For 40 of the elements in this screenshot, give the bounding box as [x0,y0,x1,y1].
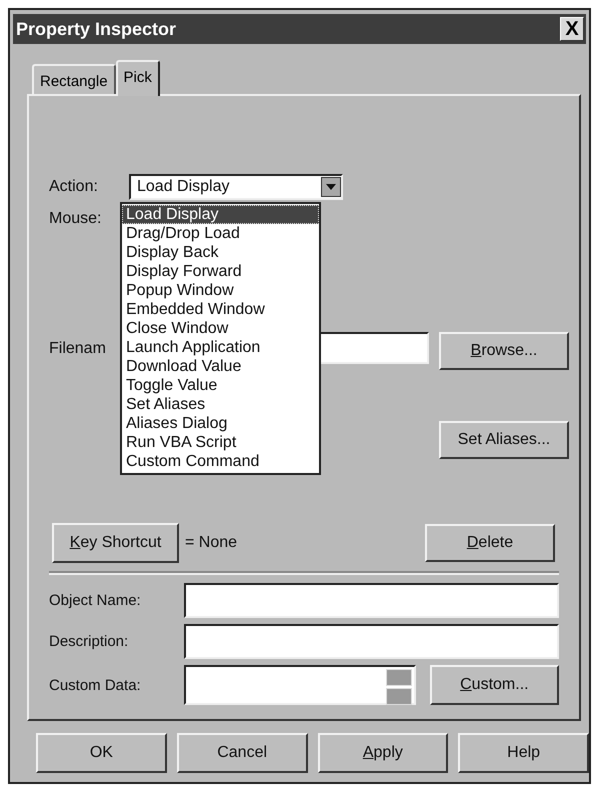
field-label: Action: [49,177,99,196]
spin-buttons-icon[interactable] [386,669,412,705]
dropdown-option[interactable]: Aliases Dialog [122,414,319,433]
text-field[interactable] [184,624,559,659]
action-dropdown[interactable]: Load Display [129,174,343,200]
dropdown-option[interactable]: Embedded Window [122,300,319,319]
dropdown-option[interactable]: Set Aliases [122,395,319,414]
dropdown-arrow-icon [326,184,336,190]
dialog-button[interactable]: OK [36,733,167,773]
custom-data-field[interactable] [184,665,416,705]
field-label: Mouse: [49,209,102,228]
tab[interactable]: Pick [116,60,160,96]
dropdown-option[interactable]: Display Forward [122,262,319,281]
field-label: Filenam [49,339,107,358]
custom-button[interactable]: Custom... [430,665,559,705]
dropdown-option[interactable]: Popup Window [122,281,319,300]
field-label: Object Name: [49,592,142,609]
dropdown-option[interactable]: Load Display [122,205,319,224]
key-shortcut-button[interactable]: Key Shortcut [52,523,179,563]
dialog-button[interactable]: Help [458,733,589,773]
text-field[interactable] [184,583,559,618]
dropdown-option[interactable]: Run VBA Script [122,433,319,452]
dialog-button[interactable]: Apply [318,733,448,773]
delete-button[interactable]: Delete [425,524,555,562]
set-aliases-button[interactable]: Set Aliases... [439,421,569,459]
field-label: Custom Data: [49,676,142,694]
window-title: Property Inspector [16,18,176,40]
close-button[interactable]: X [560,17,584,41]
dropdown-option[interactable]: Download Value [122,357,319,376]
dropdown-option[interactable]: Display Back [122,243,319,262]
field-label: Description: [49,633,130,650]
dropdown-option[interactable]: Custom Command [122,452,319,471]
dropdown-option[interactable]: Launch Application [122,338,319,357]
dialog-button[interactable]: Cancel [176,733,308,773]
dropdown-option[interactable]: Close Window [122,319,319,338]
tab[interactable]: Rectangle [32,64,116,94]
dropdown-option[interactable]: Toggle Value [122,376,319,395]
shortcut-value: = None [185,534,238,552]
browse-button[interactable]: Browse... [439,332,569,370]
dropdown-option[interactable]: Drag/Drop Load [122,224,319,243]
